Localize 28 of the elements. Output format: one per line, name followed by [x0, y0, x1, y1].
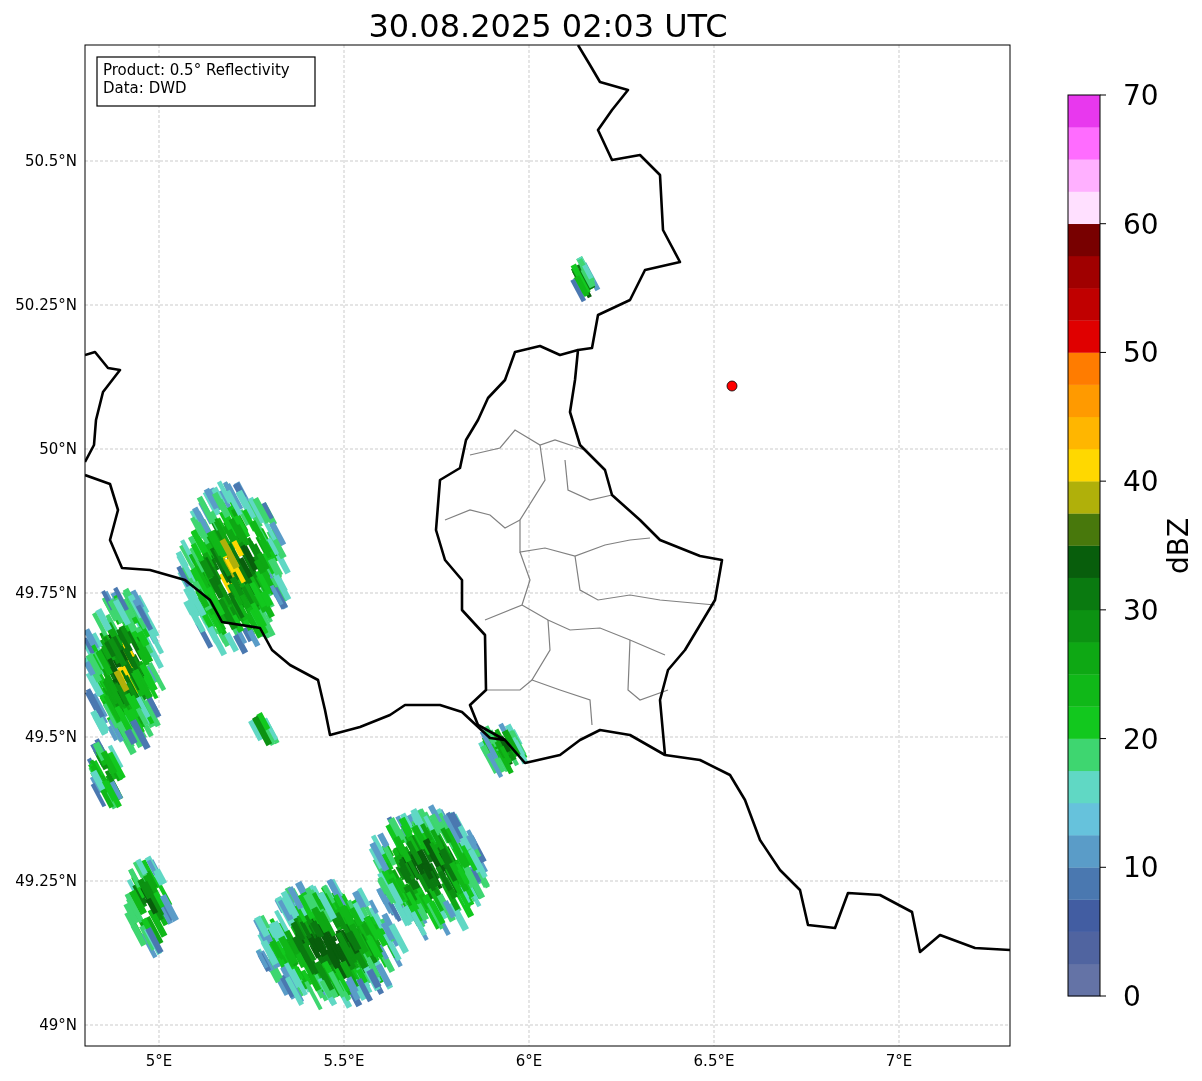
latitude-label: 49.25°N	[15, 872, 77, 890]
radar-site-marker	[726, 380, 738, 392]
colorbar-tick-label: 30	[1123, 593, 1159, 627]
radar-echo-drawing	[248, 711, 280, 747]
radar-echo-drawing	[570, 256, 601, 303]
colorbar-tick-label: 70	[1123, 79, 1159, 112]
longitude-label: 5°E	[145, 1052, 173, 1070]
colorbar-tick-label: 60	[1123, 207, 1159, 241]
colorbar-label: dBZ	[1162, 517, 1195, 575]
latitude-label: 49.5°N	[24, 728, 77, 746]
longitude-label: 5.5°E	[323, 1052, 365, 1070]
colorbar-tick-label: 0	[1123, 980, 1141, 1013]
colorbar-tick-label: 20	[1123, 722, 1159, 756]
latitude-label: 50°N	[39, 440, 77, 458]
info-text: Data: DWD	[103, 79, 187, 97]
radar-echo-drawing	[478, 722, 529, 779]
latitude-label: 49°N	[39, 1016, 77, 1034]
colorbar-tick-label: 10	[1123, 851, 1159, 885]
latitude-label: 49.75°N	[15, 584, 77, 602]
longitude-label: 7°E	[885, 1052, 913, 1070]
colorbar-tick-label: 40	[1123, 465, 1159, 499]
colorbar-tick-label: 50	[1123, 336, 1159, 370]
chart-title: 30.08.2025 02:03 UTC	[368, 7, 728, 45]
latitude-label: 50.5°N	[24, 152, 77, 170]
longitude-label: 6°E	[515, 1052, 543, 1070]
latitude-label: 50.25°N	[15, 296, 77, 314]
info-text: Product: 0.5° Reflectivity	[103, 61, 290, 79]
longitude-label: 6.5°E	[693, 1052, 735, 1070]
